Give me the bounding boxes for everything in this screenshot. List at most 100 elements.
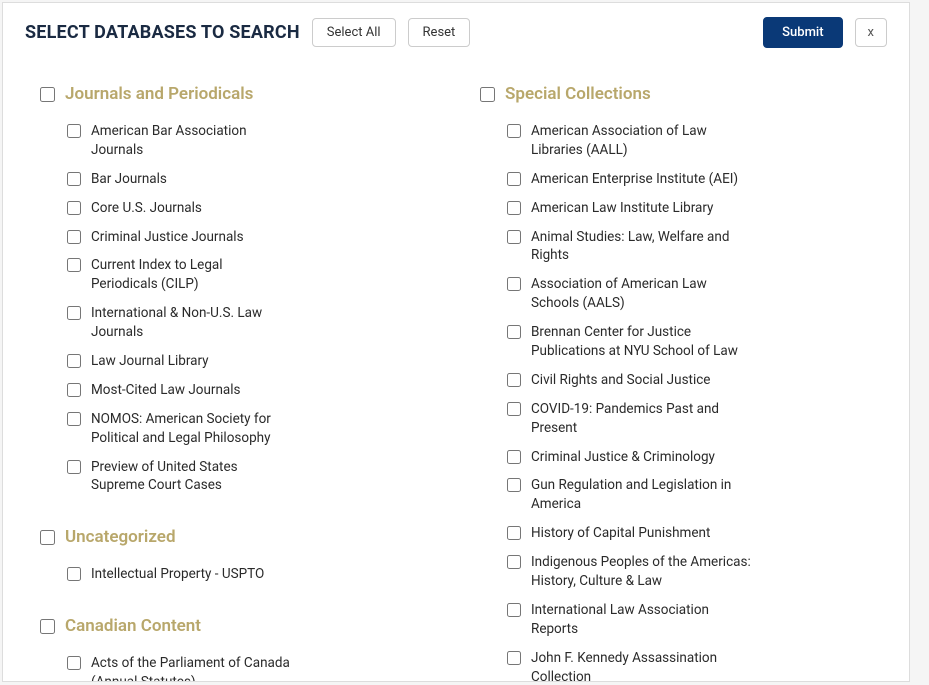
database-checkbox-law-journal-library[interactable]	[67, 354, 81, 368]
database-checkbox-american-association-of-law-libraries-aa[interactable]	[507, 124, 521, 138]
category-title: Special Collections	[505, 84, 651, 104]
database-checkbox-american-law-institute-library[interactable]	[507, 201, 521, 215]
category-items: American Association of Law Libraries (A…	[465, 122, 875, 682]
database-label: Most-Cited Law Journals	[91, 381, 241, 400]
database-checkbox-animal-studies-law-welfare-and-rights[interactable]	[507, 230, 521, 244]
category-items: Intellectual Property - USPTO	[25, 565, 435, 584]
database-checkbox-international-non-u-s-law-journals[interactable]	[67, 306, 81, 320]
database-label: Association of American Law Schools (AAL…	[531, 275, 751, 313]
database-item: Current Index to Legal Periodicals (CILP…	[67, 256, 435, 294]
database-checkbox-brennan-center-for-justice-publications-[interactable]	[507, 325, 521, 339]
database-item: American Enterprise Institute (AEI)	[507, 170, 875, 189]
database-checkbox-indigenous-peoples-of-the-americas-histo[interactable]	[507, 555, 521, 569]
database-item: American Association of Law Libraries (A…	[507, 122, 875, 160]
database-checkbox-history-of-capital-punishment[interactable]	[507, 526, 521, 540]
database-item: Intellectual Property - USPTO	[67, 565, 435, 584]
database-label: Gun Regulation and Legislation in Americ…	[531, 476, 751, 514]
database-label: COVID-19: Pandemics Past and Present	[531, 400, 751, 438]
database-item: American Bar Association Journals	[67, 122, 435, 160]
database-checkbox-intellectual-property-uspto[interactable]	[67, 567, 81, 581]
category-header: Journals and Periodicals	[25, 84, 435, 104]
database-item: Criminal Justice & Criminology	[507, 448, 875, 467]
database-item: Acts of the Parliament of Canada (Annual…	[67, 654, 435, 682]
database-checkbox-civil-rights-and-social-justice[interactable]	[507, 373, 521, 387]
right-column: Special Collections American Association …	[465, 84, 875, 682]
database-checkbox-john-f-kennedy-assassination-collection[interactable]	[507, 651, 521, 665]
database-label: Animal Studies: Law, Welfare and Rights	[531, 228, 751, 266]
left-column: Journals and Periodicals American Bar Ass…	[25, 84, 435, 682]
database-checkbox-covid-19-pandemics-past-and-present[interactable]	[507, 402, 521, 416]
category-header: Special Collections	[465, 84, 875, 104]
database-label: Intellectual Property - USPTO	[91, 565, 264, 584]
database-label: Core U.S. Journals	[91, 199, 202, 218]
category-header: Canadian Content	[25, 616, 435, 636]
reset-button[interactable]: Reset	[408, 18, 471, 47]
select-all-button[interactable]: Select All	[312, 18, 396, 47]
database-item: Preview of United States Supreme Court C…	[67, 458, 435, 496]
database-checkbox-current-index-to-legal-periodicals-cilp[interactable]	[67, 258, 81, 272]
category-checkbox-uncategorized[interactable]	[40, 530, 55, 545]
database-item: Civil Rights and Social Justice	[507, 371, 875, 390]
database-item: American Law Institute Library	[507, 199, 875, 218]
database-checkbox-nomos-american-society-for-political-and[interactable]	[67, 412, 81, 426]
database-item: International & Non-U.S. Law Journals	[67, 304, 435, 342]
category-columns: Journals and Periodicals American Bar Ass…	[25, 84, 887, 682]
database-item: Brennan Center for Justice Publications …	[507, 323, 875, 361]
dialog-title: SELECT DATABASES TO SEARCH	[25, 22, 300, 43]
database-checkbox-most-cited-law-journals[interactable]	[67, 383, 81, 397]
database-label: American Association of Law Libraries (A…	[531, 122, 751, 160]
close-button[interactable]: x	[855, 18, 887, 47]
database-item: Criminal Justice Journals	[67, 228, 435, 247]
category-title: Journals and Periodicals	[65, 84, 253, 104]
database-label: NOMOS: American Society for Political an…	[91, 410, 291, 448]
database-checkbox-acts-of-the-parliament-of-canada-annual-[interactable]	[67, 656, 81, 670]
database-checkbox-preview-of-united-states-supreme-court-c[interactable]	[67, 460, 81, 474]
database-label: John F. Kennedy Assassination Collection	[531, 649, 751, 682]
database-item: History of Capital Punishment	[507, 524, 875, 543]
category-title: Uncategorized	[65, 527, 176, 547]
database-item: International Law Association Reports	[507, 601, 875, 639]
category-special-collections: Special Collections American Association …	[465, 84, 875, 682]
submit-button[interactable]: Submit	[763, 17, 842, 48]
database-item: COVID-19: Pandemics Past and Present	[507, 400, 875, 438]
category-canadian-content: Canadian Content Acts of the Parliament o…	[25, 616, 435, 682]
database-label: Current Index to Legal Periodicals (CILP…	[91, 256, 291, 294]
database-checkbox-criminal-justice-criminology[interactable]	[507, 450, 521, 464]
database-label: Criminal Justice Journals	[91, 228, 244, 247]
database-item: Most-Cited Law Journals	[67, 381, 435, 400]
category-title: Canadian Content	[65, 616, 201, 636]
database-label: History of Capital Punishment	[531, 524, 710, 543]
database-checkbox-criminal-justice-journals[interactable]	[67, 230, 81, 244]
database-label: Preview of United States Supreme Court C…	[91, 458, 291, 496]
database-label: Law Journal Library	[91, 352, 209, 371]
database-item: John F. Kennedy Assassination Collection	[507, 649, 875, 682]
database-label: Civil Rights and Social Justice	[531, 371, 710, 390]
database-label: International Law Association Reports	[531, 601, 751, 639]
database-checkbox-core-u-s-journals[interactable]	[67, 201, 81, 215]
database-item: Animal Studies: Law, Welfare and Rights	[507, 228, 875, 266]
category-uncategorized: Uncategorized Intellectual Property - USP…	[25, 527, 435, 584]
category-journals-and-periodicals: Journals and Periodicals American Bar Ass…	[25, 84, 435, 495]
database-item: NOMOS: American Society for Political an…	[67, 410, 435, 448]
database-label: American Law Institute Library	[531, 199, 713, 218]
category-items: American Bar Association Journals Bar Jou…	[25, 122, 435, 495]
database-label: Criminal Justice & Criminology	[531, 448, 715, 467]
database-label: American Bar Association Journals	[91, 122, 291, 160]
database-label: International & Non-U.S. Law Journals	[91, 304, 291, 342]
database-label: American Enterprise Institute (AEI)	[531, 170, 738, 189]
database-checkbox-gun-regulation-and-legislation-in-americ[interactable]	[507, 478, 521, 492]
category-checkbox-journals-and-periodicals[interactable]	[40, 87, 55, 102]
database-checkbox-american-bar-association-journals[interactable]	[67, 124, 81, 138]
database-item: Association of American Law Schools (AAL…	[507, 275, 875, 313]
database-item: Gun Regulation and Legislation in Americ…	[507, 476, 875, 514]
database-selector-dialog: SELECT DATABASES TO SEARCH Select All Re…	[2, 2, 910, 682]
database-item: Law Journal Library	[67, 352, 435, 371]
database-checkbox-international-law-association-reports[interactable]	[507, 603, 521, 617]
database-label: Brennan Center for Justice Publications …	[531, 323, 751, 361]
database-checkbox-association-of-american-law-schools-aals[interactable]	[507, 277, 521, 291]
category-checkbox-canadian-content[interactable]	[40, 619, 55, 634]
database-checkbox-bar-journals[interactable]	[67, 172, 81, 186]
category-checkbox-special-collections[interactable]	[480, 87, 495, 102]
database-item: Bar Journals	[67, 170, 435, 189]
database-checkbox-american-enterprise-institute-aei[interactable]	[507, 172, 521, 186]
